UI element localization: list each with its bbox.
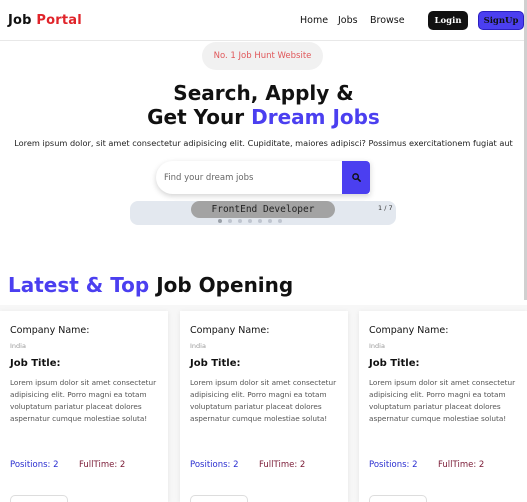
top-navbar: Job Portal Home Jobs Browse Login SignUp <box>0 0 527 41</box>
hero-title-accent: Dream Jobs <box>251 105 380 129</box>
job-description: Lorem ipsum dolor sit amet consectetur a… <box>190 378 337 423</box>
job-title: Job Title: <box>369 358 420 369</box>
section-title-rest: Job Opening <box>156 273 294 297</box>
signup-button[interactable]: SignUp <box>478 11 524 30</box>
site-logo[interactable]: Job Portal <box>8 13 82 28</box>
search-icon <box>351 173 361 182</box>
card-action-button[interactable] <box>10 495 68 502</box>
company-name: Company Name: <box>190 325 270 336</box>
carousel-dot[interactable] <box>218 219 222 223</box>
card-action-button[interactable] <box>190 495 248 502</box>
section-title: Latest & Top Job Opening <box>8 273 293 297</box>
company-name: Company Name: <box>10 325 90 336</box>
nav-home[interactable]: Home <box>300 15 328 26</box>
carousel-counter: 1 / 7 <box>378 204 393 212</box>
nav-browse[interactable]: Browse <box>370 15 405 26</box>
positions-badge: Positions: 2 <box>190 459 239 470</box>
hero-title-line2: Get Your Dream Jobs <box>0 105 527 129</box>
carousel-dot[interactable] <box>258 219 262 223</box>
hero-title-line1: Search, Apply & <box>173 81 354 105</box>
card-action-button[interactable] <box>369 495 427 502</box>
job-location: India <box>369 342 385 350</box>
logo-accent: Portal <box>36 13 82 28</box>
job-card[interactable]: Company Name: India Job Title: Lorem ips… <box>0 311 168 502</box>
search-button[interactable] <box>342 161 370 194</box>
job-description: Lorem ipsum dolor sit amet consectetur a… <box>10 378 157 423</box>
carousel-dot[interactable] <box>248 219 252 223</box>
job-location: India <box>10 342 26 350</box>
carousel-dot[interactable] <box>228 219 232 223</box>
search-input[interactable] <box>164 168 339 188</box>
section-title-accent: Latest & Top <box>8 273 150 297</box>
job-description: Lorem ipsum dolor sit amet consectetur a… <box>369 378 516 423</box>
job-type-badge: FullTime: 2 <box>259 459 306 470</box>
hero-title-prefix: Get Your <box>147 105 245 129</box>
positions-badge: Positions: 2 <box>369 459 418 470</box>
logo-prefix: Job <box>8 13 32 28</box>
job-title: Job Title: <box>10 358 61 369</box>
job-type-badge: FullTime: 2 <box>79 459 126 470</box>
job-card[interactable]: Company Name: India Job Title: Lorem ips… <box>359 311 527 502</box>
hero-description: Lorem ipsum dolor, sit amet consectetur … <box>14 138 513 148</box>
hero-badge: No. 1 Job Hunt Website <box>202 42 323 70</box>
carousel-item[interactable]: FrontEnd Developer <box>191 201 335 218</box>
company-name: Company Name: <box>369 325 449 336</box>
job-card[interactable]: Company Name: India Job Title: Lorem ips… <box>180 311 348 502</box>
carousel-dot[interactable] <box>238 219 242 223</box>
job-title: Job Title: <box>190 358 241 369</box>
carousel-dot[interactable] <box>268 219 272 223</box>
job-location: India <box>190 342 206 350</box>
job-type-badge: FullTime: 2 <box>438 459 485 470</box>
login-button[interactable]: Login <box>428 11 468 30</box>
nav-jobs[interactable]: Jobs <box>338 15 358 26</box>
carousel-dot[interactable] <box>278 219 282 223</box>
positions-badge: Positions: 2 <box>10 459 59 470</box>
